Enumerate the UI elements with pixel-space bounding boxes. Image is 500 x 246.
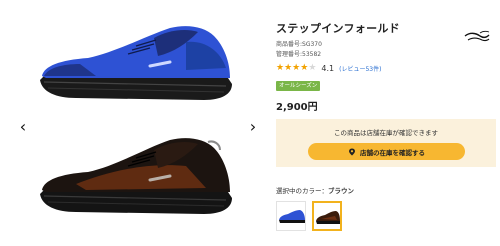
review-count-link[interactable]: (レビュー53件) bbox=[339, 64, 381, 73]
star-icon: ★ bbox=[300, 63, 309, 73]
map-pin-icon bbox=[349, 148, 355, 156]
check-store-stock-label: 店舗の在庫を確認する bbox=[360, 148, 425, 157]
star-icon: ★ bbox=[284, 63, 293, 73]
price: 2,900円 bbox=[276, 102, 318, 113]
season-badge: オールシーズン bbox=[276, 81, 321, 91]
star-icon: ★ bbox=[276, 63, 285, 73]
store-stock-box: この商品は店舗在庫が確認できます 店舗の在庫を確認する bbox=[276, 119, 496, 167]
swatch-blue[interactable] bbox=[276, 201, 306, 231]
swatch-brown[interactable] bbox=[312, 201, 342, 231]
selected-color-value: ブラウン bbox=[328, 187, 354, 195]
stock-note: この商品は店舗在庫が確認できます bbox=[334, 129, 438, 137]
star-icon: ★ bbox=[292, 63, 301, 73]
rating-score: 4.1 bbox=[321, 63, 335, 73]
product-info-panel: ステップインフォールド 商品番号:SG370 管理番号:53582 ★ ★ ★ … bbox=[276, 0, 500, 246]
chevron-right-icon[interactable]: › bbox=[246, 117, 260, 137]
selected-color-label: 選択中のカラー：ブラウン bbox=[276, 185, 354, 195]
product-gallery: ‹ › bbox=[0, 0, 268, 246]
check-store-stock-button[interactable]: 店舗の在庫を確認する bbox=[308, 143, 465, 160]
management-number: 管理番号:53582 bbox=[276, 51, 322, 58]
star-empty-icon: ★ bbox=[308, 63, 317, 73]
product-number: 商品番号:SG370 bbox=[276, 41, 322, 48]
chevron-left-icon[interactable]: ‹ bbox=[16, 117, 30, 137]
star-rating: ★ ★ ★ ★ ★ bbox=[276, 63, 316, 73]
rating-row: ★ ★ ★ ★ ★ 4.1 (レビュー53件) bbox=[276, 63, 381, 73]
swatch-brown-shoe bbox=[316, 211, 340, 224]
color-label-prefix: 選択中のカラー： bbox=[276, 187, 328, 195]
swatch-blue-shoe bbox=[279, 210, 305, 223]
color-swatches bbox=[276, 201, 348, 231]
product-image-brown[interactable] bbox=[36, 132, 236, 218]
product-title: ステップインフォールド bbox=[276, 22, 400, 35]
brand-logo-icon bbox=[464, 30, 490, 42]
product-image-blue[interactable] bbox=[36, 22, 236, 104]
